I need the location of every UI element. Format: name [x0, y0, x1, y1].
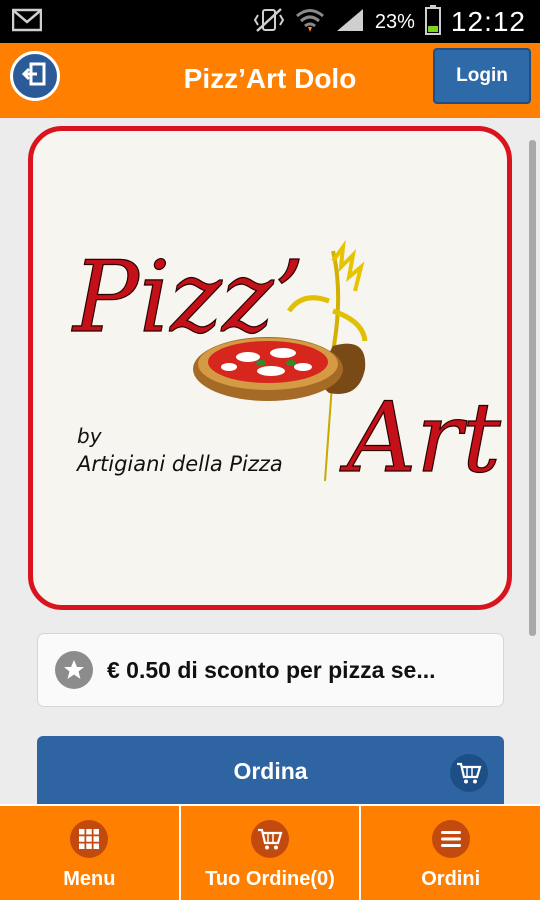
login-button[interactable]: Login: [433, 48, 531, 104]
star-icon: [55, 651, 93, 689]
logo-tagline-by: by: [77, 424, 103, 448]
signal-icon: [335, 7, 365, 38]
promo-banner[interactable]: € 0.50 di sconto per pizza se...: [37, 633, 504, 707]
order-button-label: Ordina: [233, 758, 308, 784]
clock: 12:12: [450, 6, 526, 37]
list-icon: [431, 820, 470, 858]
cart-icon: [251, 820, 289, 858]
nav-orders[interactable]: Ordini: [359, 806, 540, 900]
grid-icon: [70, 820, 109, 858]
scrollbar[interactable]: [529, 140, 536, 636]
logo-brand-top: Pizz’: [71, 241, 305, 355]
order-button[interactable]: Ordina: [37, 736, 504, 804]
app-header: Pizz’Art Dolo Login: [0, 43, 540, 118]
nav-menu-label: Menu: [63, 868, 116, 890]
battery-percent: 23%: [374, 10, 415, 33]
battery-icon: [424, 4, 441, 40]
logo-brand-bottom: Art: [339, 382, 501, 494]
bottom-navigation: Menu Tuo Ordine(0) Ordini: [0, 804, 540, 900]
restaurant-logo: Pizz’ Art by Artigiani della Pizza: [28, 126, 512, 610]
status-bar: 23% 12:12: [0, 0, 540, 43]
vibrate-mute-icon: [253, 7, 285, 38]
nav-your-order[interactable]: Tuo Ordine(0): [178, 806, 360, 900]
gmail-notification-icon: [11, 8, 43, 37]
nav-orders-label: Ordini: [421, 868, 481, 890]
nav-your-order-label: Tuo Ordine(0): [205, 868, 335, 890]
wifi-icon: [295, 7, 325, 38]
logo-tagline: Artigiani della Pizza: [75, 452, 283, 476]
nav-menu[interactable]: Menu: [0, 806, 179, 900]
cart-icon: [450, 754, 488, 792]
promo-text: € 0.50 di sconto per pizza se...: [107, 656, 436, 683]
main-content[interactable]: Pizz’ Art by Artigiani della Pizza € 0.5…: [0, 118, 540, 804]
